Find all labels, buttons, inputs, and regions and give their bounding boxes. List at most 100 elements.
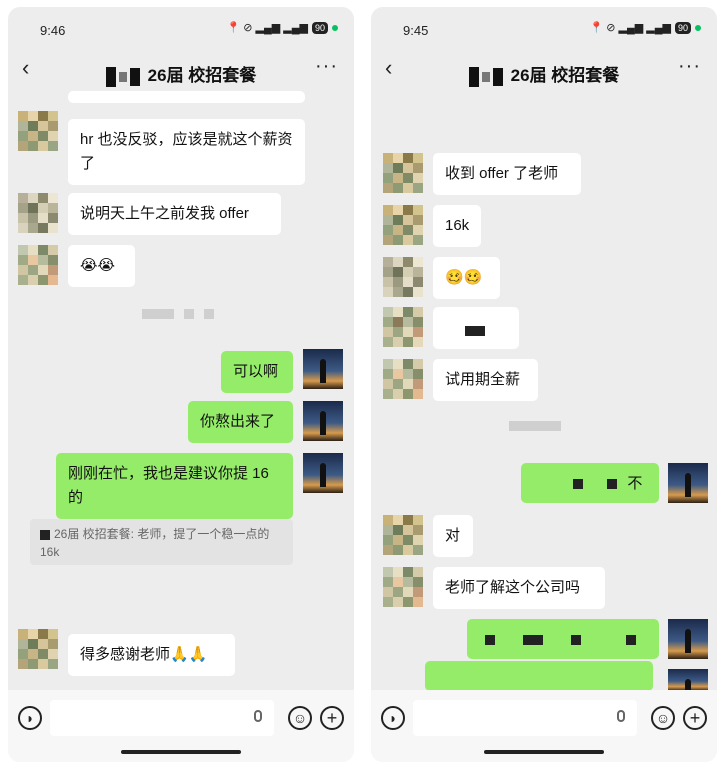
- message-bubble[interactable]: 对: [433, 515, 473, 557]
- timestamp-masked: [509, 421, 561, 431]
- emoji-icon[interactable]: ☺: [651, 706, 675, 730]
- message-text: 说明天上午之前发我 offer: [80, 205, 249, 222]
- status-bar: 9:45 📍 ⊘ ▂▄▆ ▂▄▆ 90: [371, 7, 717, 47]
- plus-icon[interactable]: +: [320, 706, 344, 730]
- plus-icon[interactable]: +: [683, 706, 707, 730]
- avatar[interactable]: [383, 153, 423, 193]
- my-avatar[interactable]: [303, 349, 343, 389]
- message-bubble-masked[interactable]: [433, 307, 519, 349]
- message-bubble[interactable]: 😭😭: [68, 245, 135, 287]
- chat-screen-left: 9:46 📍 ⊘ ▂▄▆ ▂▄▆ 90 ‹ 26届 校招套餐 ··· hr 也没…: [8, 7, 354, 762]
- masked-content-icon: [523, 635, 544, 646]
- message-input[interactable]: [413, 700, 637, 736]
- message-bubble-sent[interactable]: 你熬出来了: [188, 401, 293, 443]
- message-text: 对: [445, 527, 461, 544]
- voice-icon[interactable]: ◗: [381, 706, 405, 730]
- masked-name-icon: [105, 66, 116, 87]
- message-text: 16k: [445, 217, 470, 234]
- avatar[interactable]: [383, 257, 423, 297]
- mic-icon[interactable]: [254, 710, 262, 722]
- chat-header: ‹ 26届 校招套餐 ···: [8, 55, 354, 87]
- timestamp-masked: [184, 309, 194, 319]
- message-bubble[interactable]: 收到 offer 了老师: [433, 153, 581, 195]
- masked-name-icon: [468, 66, 479, 87]
- message-bubble[interactable]: hr 也没反驳，应该是就这个薪资了: [68, 119, 305, 185]
- battery-icon: 90: [674, 21, 691, 34]
- home-indicator[interactable]: [121, 750, 241, 754]
- emoji-icon[interactable]: ☺: [288, 706, 312, 730]
- message-text: hr 也没反驳，应该是就这个薪资了: [80, 131, 293, 172]
- message-bubble[interactable]: 说明天上午之前发我 offer: [68, 193, 281, 235]
- avatar[interactable]: [383, 205, 423, 245]
- voice-icon[interactable]: ◗: [18, 706, 42, 730]
- avatar[interactable]: [383, 307, 423, 347]
- timestamp-masked: [204, 309, 214, 319]
- message-bubble-sent-masked[interactable]: [467, 619, 659, 659]
- more-icon[interactable]: ···: [315, 55, 338, 78]
- masked-content-icon: [625, 635, 636, 646]
- message-bubble-sent[interactable]: 可以啊: [221, 351, 293, 393]
- message-bubble-sent[interactable]: 刚刚在忙，我也是建议你提 16 的: [56, 453, 293, 519]
- message-text: 不: [627, 475, 643, 492]
- input-bar: ◗ ☺ +: [8, 690, 354, 762]
- message-bubble[interactable]: 试用期全薪: [433, 359, 538, 401]
- masked-name-icon: [492, 67, 503, 86]
- message-text: 老师了解这个公司吗: [445, 579, 581, 596]
- avatar[interactable]: [383, 567, 423, 607]
- my-avatar[interactable]: [668, 619, 708, 659]
- timestamp-masked: [142, 309, 174, 319]
- quoted-reply[interactable]: 26届 校招套餐: 老师，提了一个稳一点的16k: [30, 519, 293, 565]
- status-time: 9:45: [403, 23, 429, 38]
- my-avatar[interactable]: [303, 453, 343, 493]
- chat-title-wrap: 26届 校招套餐: [371, 61, 717, 87]
- masked-content-icon: [465, 326, 485, 337]
- message-text: 可以啊: [233, 363, 279, 380]
- chat-title: 26届 校招套餐: [147, 66, 257, 85]
- avatar[interactable]: [383, 359, 423, 399]
- message-text: 🥴🥴: [445, 269, 483, 286]
- status-time: 9:46: [40, 23, 66, 38]
- battery-icon: 90: [311, 21, 328, 34]
- message-bubble[interactable]: 16k: [433, 205, 481, 247]
- message-bubble-sent-partial[interactable]: [425, 661, 653, 691]
- status-icons: 📍 ⊘ ▂▄▆ ▂▄▆ 90: [589, 21, 701, 34]
- message-text: 刚刚在忙，我也是建议你提 16 的: [68, 465, 269, 506]
- mic-icon[interactable]: [617, 710, 625, 722]
- message-bubble[interactable]: 得多感谢老师🙏🙏: [68, 634, 235, 676]
- avatar[interactable]: [18, 629, 58, 669]
- avatar[interactable]: [18, 193, 58, 233]
- status-bar: 9:46 📍 ⊘ ▂▄▆ ▂▄▆ 90: [8, 7, 354, 47]
- message-bubble-sent[interactable]: 不: [521, 463, 659, 503]
- my-avatar[interactable]: [668, 669, 708, 703]
- more-icon[interactable]: ···: [678, 55, 701, 78]
- message-text: 试用期全薪: [445, 371, 521, 388]
- avatar[interactable]: [18, 111, 58, 151]
- my-avatar[interactable]: [303, 401, 343, 441]
- signal-icon: 📍 ⊘ ▂▄▆ ▂▄▆: [226, 22, 308, 34]
- chat-title-wrap: 26届 校招套餐: [8, 61, 354, 87]
- chat-screen-right: 9:45 📍 ⊘ ▂▄▆ ▂▄▆ 90 ‹ 26届 校招套餐 ··· 收到 of…: [371, 7, 717, 762]
- message-text: 😭😭: [80, 257, 116, 274]
- avatar[interactable]: [18, 245, 58, 285]
- masked-content-icon: [607, 479, 618, 490]
- message-bubble[interactable]: 🥴🥴: [433, 257, 500, 299]
- chat-header: ‹ 26届 校招套餐 ···: [371, 55, 717, 87]
- input-bar: ◗ ☺ +: [371, 690, 717, 762]
- home-indicator[interactable]: [484, 750, 604, 754]
- masked-name-icon: [481, 71, 490, 82]
- message-bubble-partial: [68, 91, 305, 103]
- masked-content-icon: [485, 635, 495, 646]
- masked-name-icon: [129, 67, 140, 86]
- masked-content-icon: [573, 479, 583, 490]
- status-icons: 📍 ⊘ ▂▄▆ ▂▄▆ 90: [226, 21, 338, 34]
- avatar[interactable]: [383, 515, 423, 555]
- quoted-text: 26届 校招套餐: 老师，提了一个稳一点的16k: [40, 527, 270, 559]
- wechat-dot-icon: [695, 24, 701, 31]
- message-text: 得多感谢老师🙏🙏: [80, 646, 208, 663]
- masked-content-icon: [571, 635, 582, 646]
- signal-icon: 📍 ⊘ ▂▄▆ ▂▄▆: [589, 22, 671, 34]
- wechat-dot-icon: [332, 24, 338, 31]
- my-avatar[interactable]: [668, 463, 708, 503]
- message-input[interactable]: [50, 700, 274, 736]
- message-bubble[interactable]: 老师了解这个公司吗: [433, 567, 605, 609]
